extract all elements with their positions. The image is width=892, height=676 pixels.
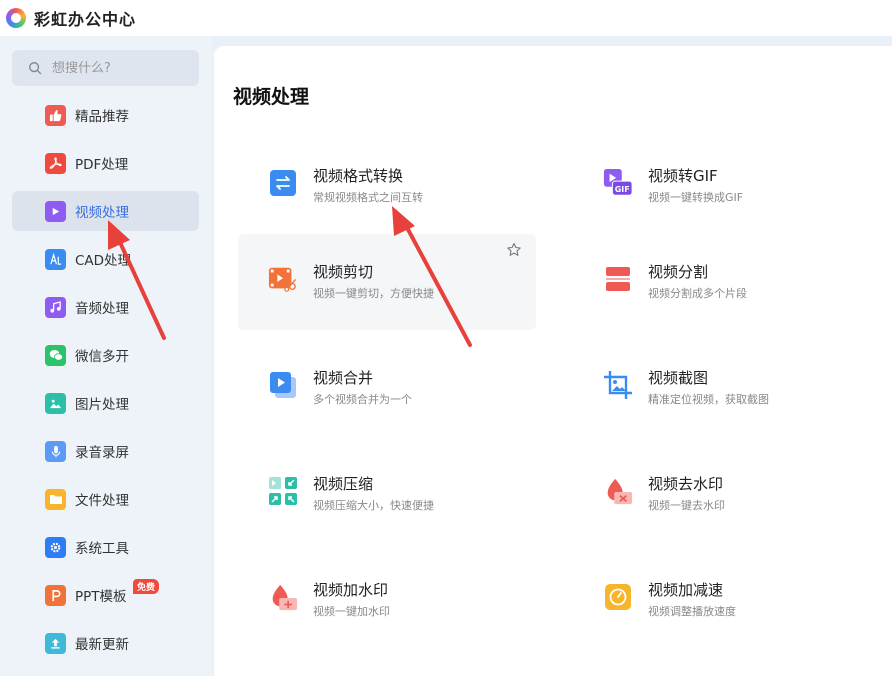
sidebar-item-pdf[interactable]: PDF处理 [12,143,199,183]
tool-desc: 视频分割成多个片段 [648,287,747,300]
sidebar-item-label: 微信多开 [75,349,129,365]
sidebar-item-label: PDF处理 [75,157,129,173]
tool-card-format-convert[interactable]: 视频格式转换 常规视频格式之间互转 [238,138,536,234]
tool-desc: 视频一键剪切，方便快捷 [313,287,434,300]
tool-desc: 常规视频格式之间互转 [313,191,423,204]
tool-title: 视频剪切 [313,263,374,281]
thumbs-up-icon [45,104,66,126]
tool-card-cut[interactable]: 视频剪切 视频一键剪切，方便快捷 [238,234,536,330]
search-icon [29,62,42,75]
sidebar-item-audio[interactable]: 音频处理 [12,287,199,327]
folder-icon [45,488,66,510]
tool-desc: 视频一键去水印 [648,499,725,512]
tool-card-speed[interactable]: 视频加减速 视频调整播放速度 [573,552,871,648]
cad-icon [45,248,66,270]
convert-icon [268,168,298,198]
sidebar-item-wechat[interactable]: 微信多开 [12,335,199,375]
sidebar-item-label: 音频处理 [75,301,129,317]
sidebar-item-label: 最新更新 [75,637,129,653]
sidebar-item-image[interactable]: 图片处理 [12,383,199,423]
tool-desc: 视频压缩大小，快速便捷 [313,499,434,512]
tool-title: 视频合并 [313,369,374,387]
sidebar-item-label: 录音录屏 [75,445,129,461]
sidebar-item-label: 精品推荐 [75,109,129,125]
search-input[interactable] [52,60,182,76]
sidebar-item-label: 视频处理 [75,205,129,221]
favorite-star-icon[interactable] [506,242,522,258]
ppt-icon [45,584,66,606]
sidebar-item-label: CAD处理 [75,253,132,269]
rainbow-logo-icon [6,8,26,28]
tool-desc: 多个视频合并为一个 [313,393,412,406]
scissors-film-icon [268,264,298,294]
main-panel: 视频处理 视频格式转换 常规视频格式之间互转 GIF 视频转GIF 视频一键转换… [214,46,892,676]
tool-desc: 视频一键转换成GIF [648,191,744,204]
tool-card-split[interactable]: 视频分割 视频分割成多个片段 [573,234,871,330]
svg-text:GIF: GIF [615,185,630,194]
tool-title: 视频分割 [648,263,709,281]
tool-title: 视频截图 [648,369,709,387]
upload-icon [45,632,66,654]
sidebar-item-recommend[interactable]: 精品推荐 [12,95,199,135]
app-title: 彩虹办公中心 [34,10,137,29]
sidebar: 精品推荐 PDF处理 视频处理 CAD处理 音频处理 微信多开 [0,36,212,676]
title-bar: 彩虹办公中心 [0,0,892,36]
tool-title: 视频压缩 [313,475,374,493]
tool-title: 视频加减速 [648,581,724,599]
image-icon [45,392,66,414]
add-watermark-icon [268,582,298,612]
tool-desc: 视频一键加水印 [313,605,390,618]
tool-card-compress[interactable]: 视频压缩 视频压缩大小，快速便捷 [238,446,536,542]
tool-title: 视频转GIF [648,167,718,185]
free-badge: 免费 [133,579,160,594]
play-icon [45,200,66,222]
tool-card-remove-watermark[interactable]: 视频去水印 视频一键去水印 [573,446,871,542]
tool-desc: 视频调整播放速度 [648,605,736,618]
wechat-icon [45,344,66,366]
tool-card-to-gif[interactable]: GIF 视频转GIF 视频一键转换成GIF [573,138,871,234]
sidebar-item-label: PPT模板 [75,589,127,605]
sidebar-item-ppt[interactable]: PPT模板 免费 [12,575,199,615]
remove-watermark-icon [603,476,633,506]
search-box[interactable] [12,50,199,86]
merge-video-icon [268,370,298,400]
tool-title: 视频加水印 [313,581,389,599]
sidebar-item-cad[interactable]: CAD处理 [12,239,199,279]
music-note-icon [45,296,66,318]
page-title: 视频处理 [233,86,310,108]
tool-title: 视频格式转换 [313,167,404,185]
tool-card-merge[interactable]: 视频合并 多个视频合并为一个 [238,340,536,436]
gif-icon: GIF [603,168,633,198]
gear-icon [45,536,66,558]
speed-icon [603,582,633,612]
split-icon [603,264,633,294]
tool-card-add-watermark[interactable]: 视频加水印 视频一键加水印 [238,552,536,648]
sidebar-item-updates[interactable]: 最新更新 [12,623,199,663]
tool-desc: 精准定位视频，获取截图 [648,393,769,406]
sidebar-item-record[interactable]: 录音录屏 [12,431,199,471]
sidebar-item-label: 系统工具 [75,541,129,557]
tool-card-screenshot[interactable]: 视频截图 精准定位视频，获取截图 [573,340,871,436]
compress-icon [268,476,298,506]
crop-image-icon [603,370,633,400]
sidebar-item-label: 文件处理 [75,493,129,509]
sidebar-item-video[interactable]: 视频处理 [12,191,199,231]
tool-title: 视频去水印 [648,475,724,493]
sidebar-item-system[interactable]: 系统工具 [12,527,199,567]
sidebar-item-label: 图片处理 [75,397,129,413]
pdf-icon [45,152,66,174]
sidebar-item-file[interactable]: 文件处理 [12,479,199,519]
microphone-icon [45,440,66,462]
